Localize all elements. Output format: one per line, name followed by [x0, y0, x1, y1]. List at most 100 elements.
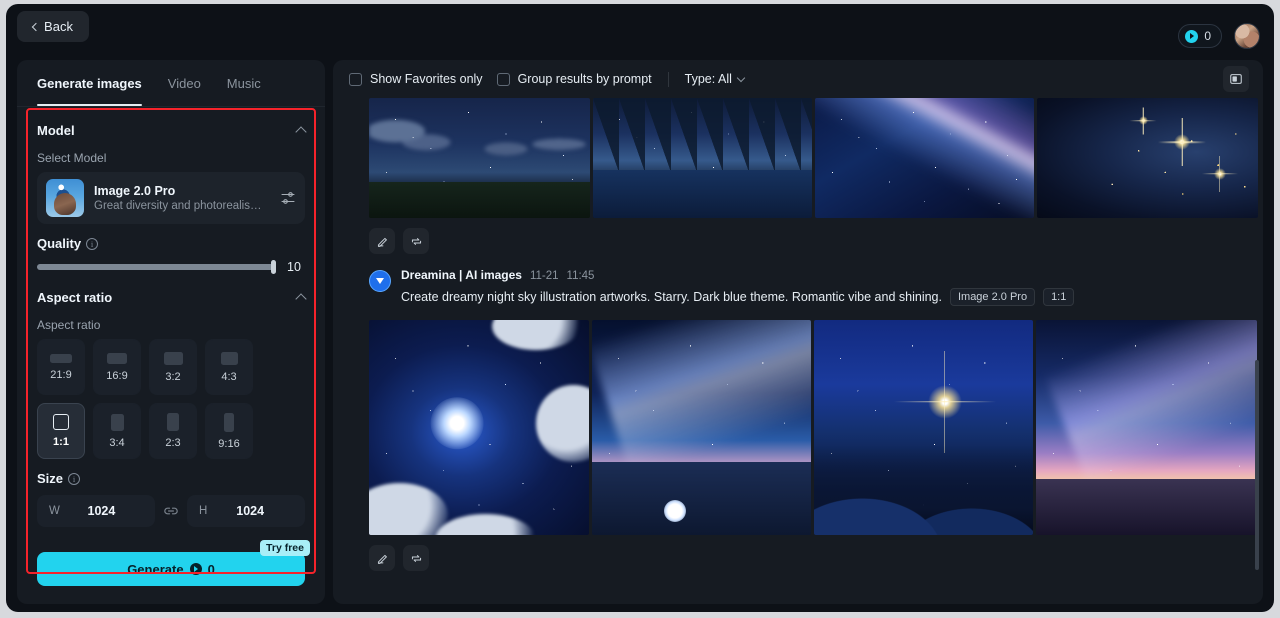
- model-section-header[interactable]: Model: [37, 113, 307, 147]
- generated-image[interactable]: [593, 98, 812, 218]
- quality-label: Quality: [37, 236, 82, 251]
- prompt-time: 11:45: [566, 270, 595, 282]
- quality-slider-fill: [37, 264, 276, 270]
- model-card[interactable]: Image 2.0 Pro Great diversity and photor…: [37, 172, 305, 224]
- generated-image[interactable]: [369, 320, 589, 535]
- tab-generate-images[interactable]: Generate images: [37, 76, 142, 106]
- info-icon[interactable]: i: [68, 472, 81, 485]
- generate-area: Generate 0 Try free: [37, 540, 310, 586]
- aspect-ratio-option-16-9[interactable]: 16:9: [93, 339, 141, 395]
- width-value: 1024: [87, 504, 116, 518]
- aspect-ratio-option-9-16[interactable]: 9:16: [205, 403, 253, 459]
- size-row: W 1024 H 1024: [37, 495, 305, 527]
- edit-button[interactable]: [369, 228, 395, 254]
- aspect-ratio-label: 16:9: [106, 369, 128, 382]
- show-favorites-label: Show Favorites only: [370, 72, 483, 86]
- regenerate-button[interactable]: [403, 545, 429, 571]
- aspect-ratio-sub-label: Aspect ratio: [37, 318, 101, 332]
- aspect-ratio-label: 1:1: [53, 436, 69, 448]
- width-field[interactable]: W 1024: [37, 495, 155, 527]
- info-icon[interactable]: i: [86, 237, 99, 250]
- aspect-section-header[interactable]: Aspect ratio: [37, 280, 307, 314]
- tab-label: Music: [226, 76, 261, 91]
- aspect-ratio-shape: [220, 351, 238, 365]
- aspect-section-title: Aspect ratio: [37, 289, 113, 305]
- panel-layout-button[interactable]: [1223, 66, 1249, 92]
- image-row: [333, 98, 1263, 218]
- aspect-ratio-shape: [50, 353, 72, 363]
- back-button-label: Back: [44, 19, 73, 34]
- type-filter-label: Type: All: [684, 72, 732, 86]
- aspect-ratio-option-21-9[interactable]: 21:9: [37, 339, 85, 395]
- height-value: 1024: [236, 504, 265, 518]
- aspect-ratio-shape: [224, 412, 234, 432]
- link-icon[interactable]: [163, 503, 179, 519]
- aspect-ratio-label: 3:2: [165, 370, 181, 383]
- chevron-up-icon[interactable]: [295, 292, 307, 305]
- chevron-down-icon: [736, 73, 746, 82]
- credits-value: 0: [1204, 29, 1211, 43]
- prompt-chip-model[interactable]: Image 2.0 Pro: [949, 288, 1036, 306]
- quality-slider-row: 10: [37, 260, 305, 274]
- app-window: Back 0 Generate images Video Music Model: [6, 4, 1274, 612]
- group-by-prompt-checkbox[interactable]: Group results by prompt: [496, 72, 652, 86]
- edit-button[interactable]: [369, 545, 395, 571]
- sliders-icon[interactable]: [280, 190, 296, 206]
- try-free-badge: Try free: [260, 540, 310, 556]
- aspect-ratio-option-3-4[interactable]: 3:4: [93, 403, 141, 459]
- tab-label: Video: [167, 76, 201, 91]
- edit-pencil-icon: [377, 554, 387, 564]
- tab-video[interactable]: Video: [168, 76, 201, 106]
- generated-image[interactable]: [1037, 98, 1258, 218]
- edit-pencil-icon: [377, 237, 387, 247]
- left-settings-panel: Generate images Video Music Model Select…: [17, 60, 325, 604]
- prompt-block: Dreamina | AI images 11-21 11:45 Create …: [333, 254, 1263, 306]
- regenerate-button[interactable]: [403, 228, 429, 254]
- aspect-ratio-shape: [163, 351, 183, 365]
- prompt-line: Create dreamy night sky illustration art…: [401, 288, 1227, 306]
- aspect-ratio-option-3-2[interactable]: 3:2: [149, 339, 197, 395]
- height-field[interactable]: H 1024: [187, 495, 305, 527]
- checkbox-icon[interactable]: [496, 72, 510, 86]
- checkbox-icon[interactable]: [349, 72, 362, 86]
- aspect-ratio-label: 4:3: [221, 370, 237, 383]
- user-avatar[interactable]: [1234, 23, 1260, 49]
- mode-tabs: Generate images Video Music: [17, 60, 325, 107]
- quality-slider[interactable]: [37, 260, 276, 274]
- credits-badge[interactable]: 0: [1178, 24, 1222, 48]
- aspect-ratio-shape: [53, 414, 69, 430]
- model-thumbnail: [46, 179, 84, 217]
- chevron-left-icon: [31, 22, 41, 31]
- height-key: H: [199, 505, 208, 517]
- tab-music[interactable]: Music: [227, 76, 261, 106]
- image-row: [333, 320, 1263, 535]
- group-by-prompt-label: Group results by prompt: [517, 72, 652, 86]
- back-button[interactable]: Back: [17, 11, 89, 42]
- credit-coin-icon: [189, 563, 202, 575]
- quality-value: 10: [287, 260, 301, 274]
- aspect-ratio-label: 9:16: [218, 437, 240, 450]
- aspect-ratio-option-1-1[interactable]: 1:1: [37, 403, 85, 459]
- aspect-ratio-option-2-3[interactable]: 2:3: [149, 403, 197, 459]
- aspect-ratio-option-4-3[interactable]: 4:3: [205, 339, 253, 395]
- prompt-text: Create dreamy night sky illustration art…: [401, 290, 942, 304]
- generated-image[interactable]: [369, 98, 590, 218]
- generate-button-label: Generate: [127, 561, 184, 577]
- prompt-chip-ratio[interactable]: 1:1: [1043, 288, 1075, 306]
- prompt-date: 11-21: [529, 270, 559, 282]
- generated-image[interactable]: [815, 98, 1034, 218]
- type-filter-dropdown[interactable]: Type: All: [684, 72, 746, 86]
- aspect-ratio-grid: 21:9 16:9 3:2 4:3 1:1 3:4 2:3 9:16: [37, 339, 305, 459]
- aspect-ratio-label: 3:4: [109, 436, 125, 449]
- generated-image[interactable]: [1036, 320, 1257, 535]
- chevron-up-icon[interactable]: [295, 125, 307, 138]
- quality-slider-handle[interactable]: [271, 260, 276, 274]
- generate-button[interactable]: Generate 0: [37, 552, 305, 586]
- vertical-scrollbar[interactable]: [1255, 360, 1259, 570]
- generated-image[interactable]: [814, 320, 1033, 535]
- results-scroll-area[interactable]: Dreamina | AI images 11-21 11:45 Create …: [333, 98, 1263, 604]
- show-favorites-checkbox[interactable]: Show Favorites only: [349, 72, 483, 86]
- select-model-label: Select Model: [37, 151, 107, 165]
- generated-image[interactable]: [592, 320, 811, 535]
- aspect-ratio-label: 21:9: [50, 368, 72, 381]
